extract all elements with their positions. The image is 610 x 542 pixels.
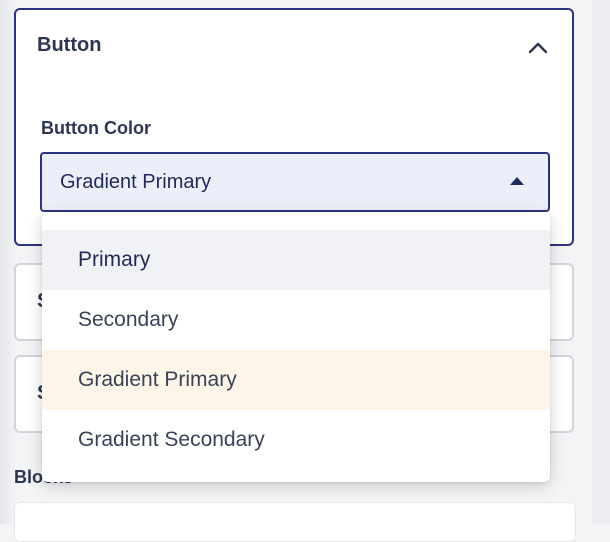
option-gradient-secondary[interactable]: Gradient Secondary [42,410,550,470]
selected-value: Gradient Primary [60,171,212,193]
button-color-dropdown-menu: Primary Secondary Gradient Primary Gradi… [42,212,550,482]
button-panel-header[interactable]: Button [16,10,572,86]
button-settings-panel: Button Button Color Gradient Primary [14,8,574,246]
button-color-select[interactable]: Gradient Primary [40,152,550,212]
blocks-card[interactable] [14,502,576,542]
option-gradient-primary[interactable]: Gradient Primary [42,350,550,410]
scroll-gutter [592,0,610,524]
panel-title: Button [37,34,102,56]
button-color-label: Button Color [41,118,151,138]
option-primary[interactable]: Primary [42,230,550,290]
chevron-up-icon[interactable] [526,36,550,60]
caret-up-icon [510,177,524,185]
option-secondary[interactable]: Secondary [42,290,550,350]
